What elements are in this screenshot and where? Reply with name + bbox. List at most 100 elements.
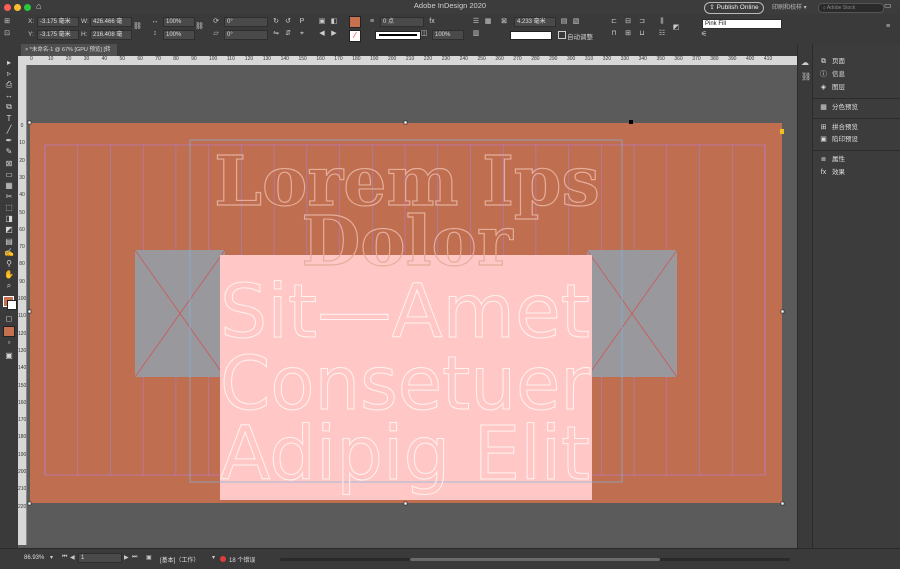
last-page-icon[interactable]: ⏭ — [132, 554, 137, 561]
shear-field[interactable]: 0° — [224, 30, 268, 40]
rotate-cw-icon[interactable]: ↻ — [272, 18, 280, 26]
constrain-icon[interactable]: ⊡ — [3, 30, 11, 38]
scale-link-icon[interactable]: ⛓ — [195, 23, 204, 31]
page-number-field[interactable]: 1 — [78, 553, 122, 563]
gradient-feather-tool-icon[interactable]: ◩ — [3, 225, 15, 235]
preflight-profile[interactable]: [基本]（工作） — [160, 555, 199, 564]
formatting-container-icon[interactable]: ◻ — [3, 314, 15, 324]
direct-select-icon[interactable]: ⌖ — [298, 30, 306, 38]
zoom-tool-icon[interactable]: ⌕ — [3, 281, 15, 291]
opacity-field[interactable]: 100% — [432, 30, 464, 40]
selection-tool-icon[interactable]: ▸ — [3, 58, 15, 68]
columns-icon[interactable]: ▥ — [472, 30, 480, 38]
h-field[interactable]: 216.408 毫 — [90, 30, 132, 40]
free-transform-tool-icon[interactable]: ⬚ — [3, 203, 15, 213]
corner-shape-dropdown[interactable] — [510, 31, 552, 40]
rectangle-frame-tool-icon[interactable]: ⊠ — [3, 159, 15, 169]
gradient-tool-icon[interactable]: ◨ — [3, 214, 15, 224]
gap-field[interactable]: 4.233 毫米 — [514, 17, 556, 27]
stroke-weight-field[interactable]: 0 点 — [380, 17, 424, 27]
headline-line-5[interactable]: Adipig Elit — [220, 411, 591, 498]
direct-selection-tool-icon[interactable]: ▹ — [3, 69, 15, 79]
eyedropper-tool-icon[interactable]: ⚲ — [3, 259, 15, 269]
hand-tool-icon[interactable]: ✋ — [3, 270, 15, 280]
scale-x-field[interactable]: 100% — [163, 17, 195, 27]
type-on-path-icon[interactable]: P — [298, 18, 306, 26]
screen-mode-icon[interactable]: ▣ — [3, 351, 15, 361]
pen-tool-icon[interactable]: ✒ — [3, 136, 15, 146]
next-page-icon[interactable]: ▶ — [124, 554, 129, 561]
color-theme-tool-icon[interactable]: ▤ — [3, 237, 15, 247]
select-container-icon[interactable]: ▣ — [318, 18, 326, 26]
control-menu-icon[interactable]: ≡ — [884, 23, 892, 31]
zoom-level[interactable]: 86.93% — [24, 555, 44, 561]
scale-y-field[interactable]: 100% — [163, 30, 195, 40]
first-page-icon[interactable]: ⏮ — [62, 554, 67, 561]
links-icon[interactable]: ⛓ — [801, 72, 811, 81]
flip-vertical-icon[interactable]: ⇵ — [284, 30, 292, 38]
open-page-icon[interactable]: ▣ — [146, 554, 152, 561]
document-tab[interactable]: × *未命名-1 @ 67% [GPU 预览] [转换] — [21, 44, 117, 65]
stroke-type-dropdown[interactable] — [375, 31, 421, 40]
reference-point-icon[interactable]: ⊞ — [3, 18, 11, 26]
zoom-dropdown-icon[interactable]: ▾ — [50, 554, 53, 561]
gap-tool-icon[interactable]: ↔ — [3, 91, 15, 101]
panel-effects[interactable]: fx 效果 — [819, 167, 845, 178]
select-next-icon[interactable]: ▶ — [330, 30, 338, 38]
align-middle-icon[interactable]: ⊞ — [624, 30, 632, 38]
panel-properties[interactable]: ⧈ 属性 — [819, 154, 845, 165]
page-tool-icon[interactable]: ⎙ — [3, 80, 15, 90]
object-style-field[interactable]: Pink Fill — [702, 19, 782, 29]
previous-page-icon[interactable]: ◀ — [70, 554, 75, 561]
note-tool-icon[interactable]: ✍ — [3, 248, 15, 258]
fitting-fill-icon[interactable]: ▤ — [560, 18, 568, 26]
table-tool-icon[interactable]: ▦ — [3, 181, 15, 191]
link-badge-icon[interactable] — [780, 129, 784, 134]
publish-online-button[interactable]: ⇪ Publish Online — [704, 2, 764, 14]
stock-search-input[interactable]: ⌕ Adobe Stock — [818, 3, 884, 13]
align-right-icon[interactable]: ⊐ — [638, 18, 646, 26]
content-grabber-handle[interactable] — [629, 120, 633, 124]
align-center-icon[interactable]: ⊟ — [624, 18, 632, 26]
wrap-none-icon[interactable]: ☰ — [472, 18, 480, 26]
scrollbar-thumb[interactable] — [410, 558, 660, 561]
link-proportions-icon[interactable]: ⛓ — [133, 23, 142, 31]
pencil-tool-icon[interactable]: ✎ — [3, 147, 15, 157]
distribute-h-icon[interactable]: ⫼ — [658, 18, 666, 26]
error-count[interactable]: 18 个错误 — [229, 555, 255, 564]
effects-icon[interactable]: fx — [428, 18, 436, 26]
stroke-swatch[interactable]: ⁄ — [349, 30, 361, 42]
fill-swatch[interactable] — [349, 16, 361, 28]
panel-separations[interactable]: ▦ 分色预览 — [819, 102, 858, 113]
y-field[interactable]: -3.175 毫米 — [37, 30, 79, 40]
panel-info[interactable]: ⓘ 信息 — [819, 69, 845, 80]
panel-pages[interactable]: ⧉ 页面 — [819, 56, 845, 67]
rectangle-tool-icon[interactable]: ▭ — [3, 170, 15, 180]
select-previous-icon[interactable]: ◀ — [318, 30, 326, 38]
panel-layers[interactable]: ◈ 图层 — [819, 82, 845, 93]
auto-fit-checkbox[interactable] — [558, 31, 566, 39]
apply-color-icon[interactable] — [3, 326, 15, 337]
wrap-box-icon[interactable]: ▦ — [484, 18, 492, 26]
panel-trap-presets[interactable]: ▣ 陷印预设 — [819, 134, 858, 145]
rotate-field[interactable]: 0° — [224, 17, 268, 27]
type-tool-icon[interactable]: T — [3, 114, 15, 124]
document-canvas[interactable]: Lorem Ips Dolor Sit—Amet Consetuer Adipi… — [27, 65, 797, 545]
workspace-switcher[interactable]: 印刷和校样 ▾ — [772, 2, 807, 11]
panel-flattener[interactable]: ⊞ 拼合预览 — [819, 122, 858, 133]
select-content-icon[interactable]: ◧ — [330, 18, 338, 26]
stroke-color-swatch[interactable] — [7, 300, 17, 310]
horizontal-scrollbar[interactable] — [280, 558, 790, 561]
align-top-icon[interactable]: ⊓ — [610, 30, 618, 38]
w-field[interactable]: 426.466 毫 — [90, 17, 132, 27]
panel-toggle-icon[interactable]: ▭ — [884, 1, 892, 10]
apply-none-icon[interactable]: ▫ — [3, 338, 15, 348]
flip-horizontal-icon[interactable]: ⇋ — [272, 30, 280, 38]
line-tool-icon[interactable]: ╱ — [3, 125, 15, 135]
align-left-icon[interactable]: ⊏ — [610, 18, 618, 26]
vertical-ruler[interactable]: 0 10 20 30 40 50 60 70 80 90 100 110 120 130 140 150 160… — [18, 65, 27, 545]
fitting-fit-icon[interactable]: ▧ — [572, 18, 580, 26]
preflight-dropdown-icon[interactable]: ▾ — [212, 554, 215, 561]
cc-libraries-icon[interactable]: ☁ — [801, 58, 809, 67]
rotate-ccw-icon[interactable]: ↺ — [284, 18, 292, 26]
